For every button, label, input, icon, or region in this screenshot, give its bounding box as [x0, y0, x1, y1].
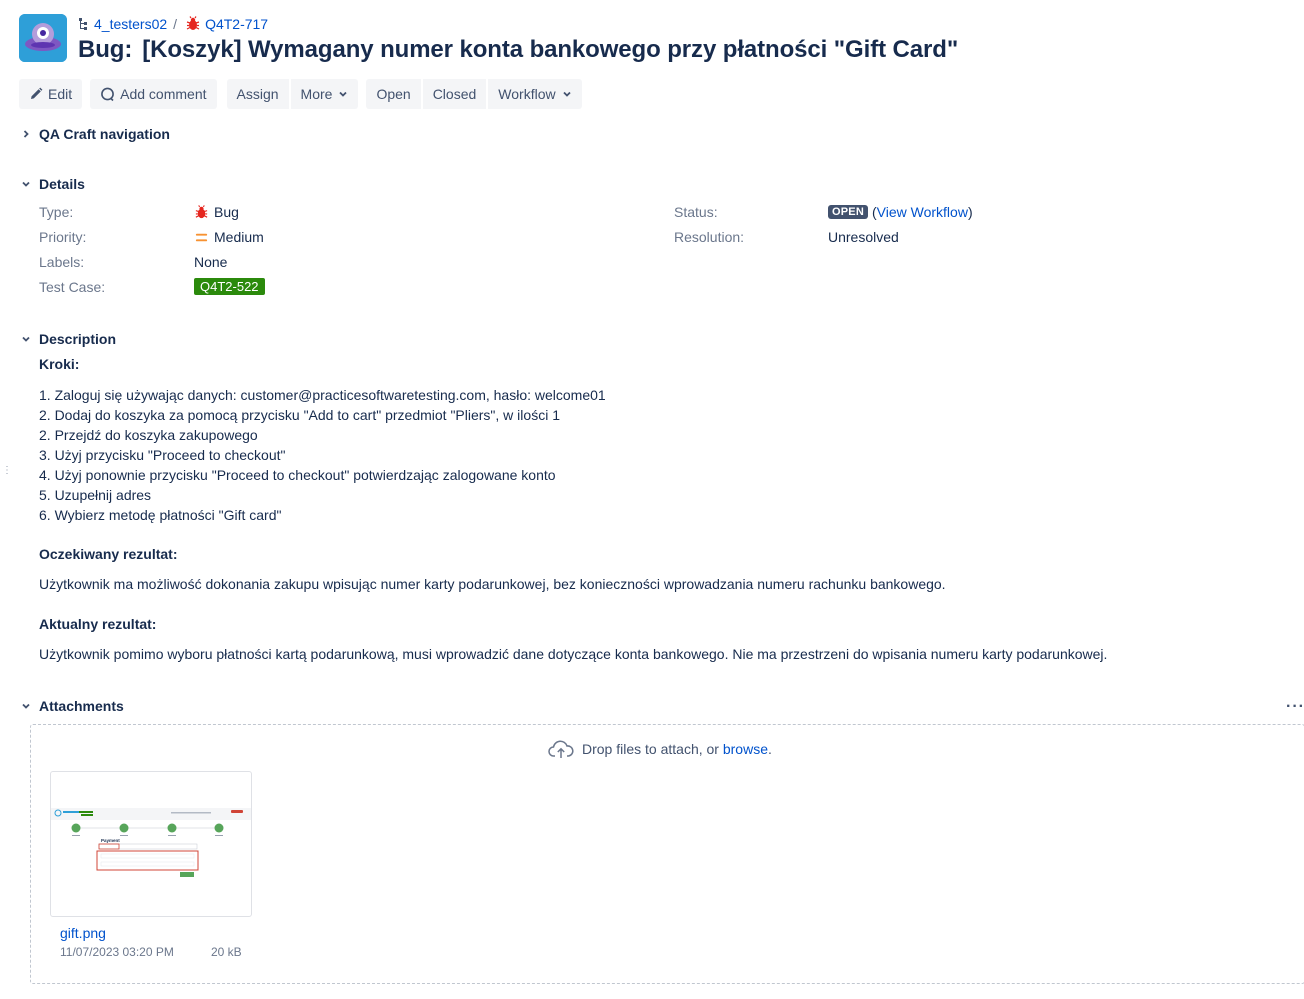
project-tree-icon — [79, 18, 87, 30]
issue-type-prefix: Bug: — [78, 36, 133, 63]
step-item: 6. Wybierz metodę płatności "Gift card" — [39, 507, 282, 523]
attachments-heading: Attachments — [39, 698, 124, 714]
attachment-date: 11/07/2023 03:20 PM — [60, 945, 174, 959]
breadcrumb: 4_testers02 / Q4T2-717 — [78, 15, 268, 33]
drop-text: Drop files to attach, or browse. — [582, 741, 772, 757]
closed-label: Closed — [432, 86, 477, 102]
status-lozenge: OPEN — [828, 205, 868, 219]
status-paren-close: ) — [967, 204, 973, 220]
step-item: 1. Zaloguj się używając danych: customer… — [39, 387, 606, 403]
attachments-section-toggle[interactable]: Attachments — [19, 698, 124, 714]
priority-medium-icon — [195, 233, 208, 241]
chevron-right-icon — [19, 127, 33, 141]
alien-avatar-icon — [19, 14, 67, 62]
assign-button[interactable]: Assign — [226, 79, 289, 109]
issue-summary[interactable]: [Koszyk] Wymagany numer konta bankowego … — [142, 36, 958, 63]
attachment-thumbnail[interactable]: Payment — [50, 771, 252, 917]
labels-value: None — [194, 254, 228, 270]
chevron-down-icon — [19, 699, 33, 713]
description-section-toggle[interactable]: Description — [19, 331, 116, 347]
test-case-badge[interactable]: Q4T2-522 — [194, 278, 265, 295]
comment-icon — [100, 87, 115, 102]
actual-heading: Aktualny rezultat: — [39, 616, 157, 632]
bug-icon — [186, 16, 200, 30]
chevron-down-icon — [338, 89, 348, 99]
details-section-toggle[interactable]: Details — [19, 176, 85, 192]
drop-message: Drop files to attach, or browse. — [548, 739, 772, 759]
expected-text: Użytkownik ma możliwość dokonania zakupu… — [39, 576, 946, 592]
steps-list: 1. Zaloguj się używając danych: customer… — [39, 385, 606, 525]
project-link[interactable]: 4_testers02 — [94, 16, 167, 32]
resize-grip-icon[interactable]: ⋮ — [2, 466, 12, 476]
description-heading: Description — [39, 331, 117, 347]
add-comment-button[interactable]: Add comment — [90, 79, 217, 109]
open-label: Open — [376, 86, 411, 102]
cloud-upload-icon — [548, 740, 574, 758]
screenshot-preview-image: Payment — [51, 808, 251, 877]
chevron-down-icon — [19, 332, 33, 346]
workflow-label: Workflow — [498, 86, 556, 102]
resolution-value: Unresolved — [828, 229, 899, 245]
qa-nav-section-toggle[interactable]: QA Craft navigation — [19, 126, 170, 142]
project-avatar[interactable] — [19, 14, 67, 62]
more-label: More — [300, 86, 333, 102]
page-title: Bug: [Koszyk] Wymagany numer konta bankow… — [78, 36, 958, 64]
type-label: Type: — [39, 204, 74, 220]
step-item: 2. Dodaj do koszyka za pomocą przycisku … — [39, 407, 560, 423]
breadcrumb-project[interactable]: 4_testers02 — [78, 16, 167, 32]
type-value-text: Bug — [214, 204, 239, 220]
step-item: 2. Przejdź do koszyka zakupowego — [39, 427, 258, 443]
open-transition-button[interactable]: Open — [366, 79, 421, 109]
labels-label: Labels: — [39, 254, 85, 270]
assign-label: Assign — [236, 86, 279, 102]
pencil-icon — [29, 87, 43, 101]
chevron-down-icon — [19, 177, 33, 191]
attachment-file-link[interactable]: gift.png — [60, 925, 106, 941]
breadcrumb-issue[interactable]: Q4T2-717 — [185, 16, 268, 32]
priority-label: Priority: — [39, 229, 87, 245]
priority-value: Medium — [194, 229, 264, 245]
breadcrumb-separator: / — [173, 16, 178, 32]
edit-label: Edit — [48, 86, 73, 102]
browse-link[interactable]: browse — [723, 741, 768, 757]
type-value: Bug — [194, 204, 239, 220]
step-item: 3. Użyj przycisku "Proceed to checkout" — [39, 447, 286, 463]
status-label: Status: — [674, 204, 718, 220]
details-heading: Details — [39, 176, 85, 192]
workflow-button[interactable]: Workflow — [488, 79, 582, 109]
thumb-title: Payment — [101, 838, 120, 843]
chevron-down-icon — [562, 89, 572, 99]
more-dots-icon[interactable]: ··· — [1286, 698, 1304, 716]
edit-button[interactable]: Edit — [19, 79, 83, 109]
status-value: OPEN (View Workflow) — [828, 204, 973, 220]
more-button[interactable]: More — [290, 79, 359, 109]
issue-toolbar: Edit Add comment Assign More Open Closed… — [19, 79, 582, 109]
actual-text: Użytkownik pomimo wyboru płatności kartą… — [39, 646, 1108, 662]
test-case-value[interactable]: Q4T2-522 — [194, 278, 265, 295]
step-item: 4. Użyj ponownie przycisku "Proceed to c… — [39, 467, 556, 483]
resolution-label: Resolution: — [674, 229, 745, 245]
issue-key-link[interactable]: Q4T2-717 — [205, 16, 268, 32]
closed-transition-button[interactable]: Closed — [422, 79, 487, 109]
view-workflow-link[interactable]: View Workflow — [877, 204, 968, 220]
priority-value-text: Medium — [214, 229, 264, 245]
qa-nav-heading: QA Craft navigation — [39, 126, 170, 142]
add-comment-label: Add comment — [120, 86, 207, 102]
step-item: 5. Uzupełnij adres — [39, 487, 152, 503]
bug-icon — [195, 204, 208, 218]
attachment-size: 20 kB — [211, 945, 242, 959]
steps-heading: Kroki: — [39, 356, 80, 372]
test-case-label: Test Case: — [39, 279, 106, 295]
expected-heading: Oczekiwany rezultat: — [39, 546, 178, 562]
